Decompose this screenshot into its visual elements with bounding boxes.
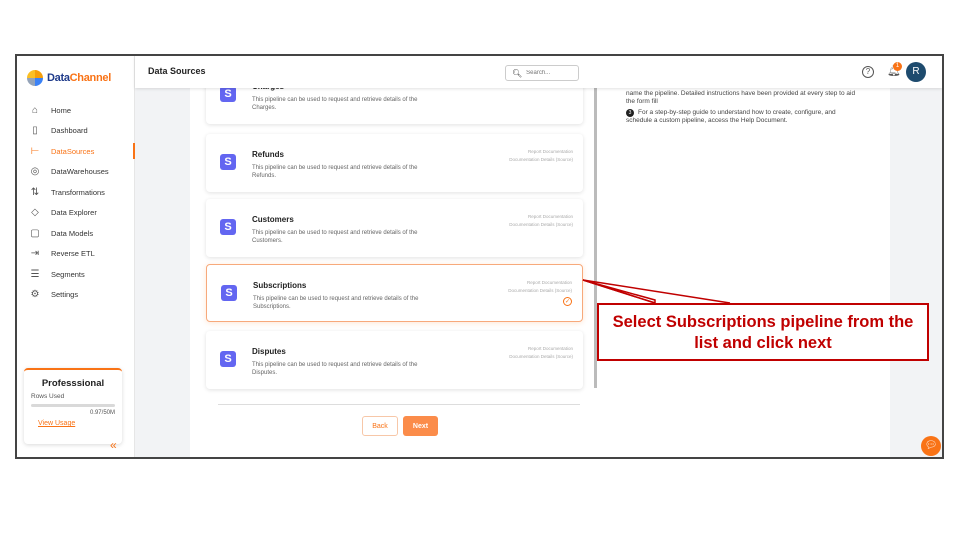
- help-panel: name the pipeline. Detailed instructions…: [626, 90, 856, 128]
- help-icon[interactable]: ?: [862, 66, 874, 78]
- sidebar-item-datawarehouses[interactable]: ◎ DataWarehouses: [17, 162, 135, 183]
- stripe-icon: S: [220, 86, 236, 102]
- documentation-details-link[interactable]: Documentation Details (Source): [509, 221, 573, 229]
- sidebar-item-segments[interactable]: ☰ Segments: [17, 264, 135, 285]
- reverse-etl-icon: ⇥: [30, 248, 40, 260]
- datasources-icon: ⊢: [30, 145, 40, 157]
- next-button[interactable]: Next: [403, 416, 438, 436]
- help-text-1: name the pipeline. Detailed instructions…: [626, 90, 856, 105]
- selected-check-icon: ✓: [563, 297, 572, 306]
- plan-card: Professsional Rows Used 0.97/50M View Us…: [24, 368, 122, 444]
- report-documentation-link[interactable]: Report Documentation: [509, 148, 573, 156]
- usage-bar: [31, 404, 115, 407]
- segments-icon: ☰: [30, 268, 40, 280]
- report-documentation-link[interactable]: Report Documentation: [509, 345, 573, 353]
- stripe-icon: S: [220, 219, 236, 235]
- logo-icon: [27, 70, 43, 86]
- pipeline-description: This pipeline can be used to request and…: [253, 296, 419, 310]
- sidebar-item-label: Data Models: [51, 228, 94, 238]
- home-icon: ⌂: [31, 104, 39, 116]
- sidebar-item-label: Segments: [51, 269, 85, 279]
- sidebar-item-label: Data Explorer: [51, 208, 97, 218]
- help-text-2: For a step-by-step guide to understand h…: [626, 109, 836, 124]
- search-input[interactable]: [526, 70, 577, 76]
- brand-accent: Channel: [69, 72, 112, 84]
- rows-used-value: 0.97/50M: [89, 410, 115, 416]
- collapse-sidebar-icon[interactable]: «: [110, 438, 117, 452]
- notification-badge: 1: [893, 62, 902, 71]
- sidebar-item-data-explorer[interactable]: ◇ Data Explorer: [17, 203, 135, 224]
- pipeline-title: Subscriptions: [253, 281, 307, 290]
- sidebar-item-settings[interactable]: ⚙ Settings: [17, 285, 135, 306]
- explorer-icon: ◇: [31, 207, 39, 219]
- sidebar-item-reverse-etl[interactable]: ⇥ Reverse ETL: [17, 244, 135, 265]
- sidebar-item-label: DataWarehouses: [51, 167, 109, 177]
- documentation-details-link[interactable]: Documentation Details (Source): [508, 287, 572, 295]
- dashboard-icon: ▯: [32, 125, 38, 137]
- sidebar-item-datasources[interactable]: ⊢ DataSources: [17, 141, 135, 162]
- sidebar-item-label: DataSources: [51, 146, 95, 156]
- step-number: 3: [626, 109, 634, 117]
- pipeline-title: Disputes: [252, 347, 286, 356]
- app-window: DataChannel ⌂ Home ▯ Dashboard ⊢ DataSou…: [15, 54, 944, 459]
- sidebar-item-label: Transformations: [51, 187, 105, 197]
- sidebar-item-label: Home: [51, 105, 72, 115]
- pipeline-description: This pipeline can be used to request and…: [252, 230, 418, 244]
- sidebar-item-dashboard[interactable]: ▯ Dashboard: [17, 121, 135, 142]
- pipeline-card-subscriptions[interactable]: S Subscriptions This pipeline can be use…: [206, 264, 583, 322]
- pipeline-card-refunds[interactable]: S Refunds This pipeline can be used to r…: [206, 134, 583, 192]
- search-box[interactable]: 🔍︎: [505, 65, 579, 81]
- transform-icon: ⇅: [30, 186, 40, 198]
- chat-icon[interactable]: 💬︎: [921, 436, 941, 456]
- rows-used-label: Rows Used: [31, 393, 65, 400]
- pipeline-card-customers[interactable]: S Customers This pipeline can be used to…: [206, 199, 583, 257]
- sidebar-item-label: Settings: [51, 290, 79, 300]
- database-icon: ◎: [30, 166, 40, 178]
- pipeline-description: This pipeline can be used to request and…: [252, 165, 418, 179]
- sidebar-item-label: Reverse ETL: [51, 249, 95, 259]
- back-button[interactable]: Back: [362, 416, 398, 436]
- view-usage-link[interactable]: View Usage: [38, 420, 115, 427]
- sidebar: DataChannel ⌂ Home ▯ Dashboard ⊢ DataSou…: [17, 56, 135, 457]
- pipeline-list: S Charges This pipeline can be used to r…: [206, 66, 583, 389]
- top-header: Data Sources 🔍︎ ? 🔔︎ 1 R: [135, 56, 942, 88]
- avatar[interactable]: R: [906, 62, 926, 82]
- stripe-icon: S: [220, 351, 236, 367]
- search-icon: 🔍︎: [512, 68, 523, 78]
- right-gutter: [890, 88, 942, 457]
- stripe-icon: S: [221, 285, 237, 301]
- documentation-details-link[interactable]: Documentation Details (Source): [509, 353, 573, 361]
- pipeline-title: Refunds: [252, 150, 284, 159]
- sidebar-item-label: Dashboard: [51, 126, 88, 136]
- sidebar-item-home[interactable]: ⌂ Home: [17, 100, 135, 121]
- pipeline-description: This pipeline can be used to request and…: [252, 97, 418, 111]
- settings-icon: ⚙: [30, 289, 40, 301]
- documentation-details-link[interactable]: Documentation Details (Source): [509, 156, 573, 164]
- stripe-icon: S: [220, 154, 236, 170]
- sidebar-nav: ⌂ Home ▯ Dashboard ⊢ DataSources ◎ DataW…: [17, 100, 135, 305]
- page-title: Data Sources: [148, 66, 206, 76]
- pipeline-card-disputes[interactable]: S Disputes This pipeline can be used to …: [206, 331, 583, 389]
- model-icon: ▢: [30, 227, 40, 239]
- sidebar-item-data-models[interactable]: ▢ Data Models: [17, 223, 135, 244]
- report-documentation-link[interactable]: Report Documentation: [508, 279, 572, 287]
- sidebar-item-transformations[interactable]: ⇅ Transformations: [17, 182, 135, 203]
- pipeline-description: This pipeline can be used to request and…: [252, 362, 418, 376]
- plan-title: Professsional: [41, 378, 105, 389]
- report-documentation-link[interactable]: Report Documentation: [509, 213, 573, 221]
- pipeline-title: Customers: [252, 215, 294, 224]
- brand-primary: Data: [47, 72, 70, 84]
- logo[interactable]: DataChannel: [27, 70, 111, 86]
- instruction-callout: Select Subscriptions pipeline from the l…: [597, 303, 929, 361]
- main-panel: S Charges This pipeline can be used to r…: [190, 66, 890, 457]
- divider: [218, 404, 580, 405]
